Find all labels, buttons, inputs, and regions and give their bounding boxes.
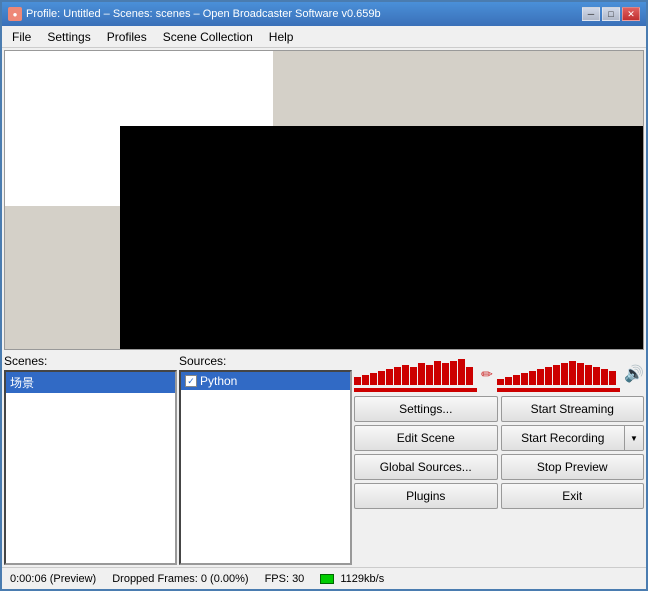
menu-help[interactable]: Help <box>261 28 302 46</box>
bar <box>370 373 377 385</box>
bar <box>545 367 552 385</box>
left-meter <box>354 357 477 392</box>
bar <box>394 367 401 385</box>
bar <box>505 377 512 385</box>
bar <box>466 367 473 385</box>
scenes-list[interactable]: 场景 <box>4 370 177 565</box>
menu-file[interactable]: File <box>4 28 39 46</box>
scene-item[interactable]: 场景 <box>6 372 175 393</box>
exit-button[interactable]: Exit <box>501 483 645 509</box>
sources-list[interactable]: ✓ Python <box>179 370 352 565</box>
global-sources-button[interactable]: Global Sources... <box>354 454 498 480</box>
bar <box>577 363 584 385</box>
bar <box>386 369 393 385</box>
bitrate-value: 1129kb/s <box>340 573 384 585</box>
scenes-label: Scenes: <box>4 354 177 368</box>
plugins-button[interactable]: Plugins <box>354 483 498 509</box>
status-dropped-frames: Dropped Frames: 0 (0.00%) <box>112 573 248 585</box>
bar <box>450 361 457 385</box>
bar <box>354 377 361 385</box>
minimize-button[interactable]: ─ <box>582 7 600 21</box>
bar <box>585 365 592 385</box>
bar <box>553 365 560 385</box>
close-button[interactable]: ✕ <box>622 7 640 21</box>
start-recording-button[interactable]: Start Recording <box>502 426 626 450</box>
right-meter-bars <box>497 357 620 385</box>
volume-icon: 🔊 <box>624 364 644 384</box>
preview-black-region <box>120 126 643 350</box>
edit-icon: ✏ <box>481 366 493 383</box>
bar <box>561 363 568 385</box>
edit-scene-button[interactable]: Edit Scene <box>354 425 498 451</box>
bar <box>569 361 576 385</box>
preview-area <box>4 50 644 350</box>
source-item[interactable]: ✓ Python <box>181 372 350 390</box>
bitrate-indicator <box>320 574 334 584</box>
buttons-grid: Settings... Start Streaming Edit Scene S… <box>354 396 644 509</box>
app-icon: ● <box>8 7 22 21</box>
left-meter-bars <box>354 357 477 385</box>
bar <box>609 371 616 385</box>
bar <box>362 375 369 385</box>
bar <box>458 359 465 385</box>
start-recording-dropdown[interactable]: ▼ <box>625 426 643 450</box>
bar <box>521 373 528 385</box>
status-bitrate: 1129kb/s <box>320 573 384 585</box>
bar <box>410 367 417 385</box>
title-bar-left: ● Profile: Untitled – Scenes: scenes – O… <box>8 7 381 21</box>
window-controls: ─ □ ✕ <box>582 7 640 21</box>
menu-settings[interactable]: Settings <box>39 28 98 46</box>
bar <box>529 371 536 385</box>
menu-profiles[interactable]: Profiles <box>99 28 155 46</box>
status-time: 0:00:06 (Preview) <box>10 573 96 585</box>
status-bar: 0:00:06 (Preview) Dropped Frames: 0 (0.0… <box>2 567 646 589</box>
bar <box>442 363 449 385</box>
source-item-label: Python <box>200 374 237 388</box>
bar <box>513 375 520 385</box>
window-title: Profile: Untitled – Scenes: scenes – Ope… <box>26 8 381 20</box>
bar <box>537 369 544 385</box>
bar <box>497 379 504 385</box>
bar <box>378 371 385 385</box>
title-bar: ● Profile: Untitled – Scenes: scenes – O… <box>2 2 646 26</box>
menu-scene-collection[interactable]: Scene Collection <box>155 28 261 46</box>
menu-bar: File Settings Profiles Scene Collection … <box>2 26 646 48</box>
main-window: ● Profile: Untitled – Scenes: scenes – O… <box>0 0 648 591</box>
right-meter <box>497 357 620 392</box>
settings-button[interactable]: Settings... <box>354 396 498 422</box>
preview-canvas <box>5 51 643 349</box>
status-fps: FPS: 30 <box>265 573 305 585</box>
sources-panel: Sources: ✓ Python <box>179 354 352 565</box>
bar <box>601 369 608 385</box>
bar <box>418 363 425 385</box>
bar <box>402 365 409 385</box>
sources-label: Sources: <box>179 354 352 368</box>
meter-row: ✏ <box>354 354 644 394</box>
bar <box>426 365 433 385</box>
bar <box>434 361 441 385</box>
scenes-panel: Scenes: 场景 <box>4 354 177 565</box>
maximize-button[interactable]: □ <box>602 7 620 21</box>
bottom-section: Scenes: 场景 Sources: ✓ Python <box>2 352 646 567</box>
controls-panel: ✏ <box>354 354 644 565</box>
start-streaming-button[interactable]: Start Streaming <box>501 396 645 422</box>
source-checkbox[interactable]: ✓ <box>185 375 197 387</box>
bar <box>593 367 600 385</box>
stop-preview-button[interactable]: Stop Preview <box>501 454 645 480</box>
start-recording-container: Start Recording ▼ <box>501 425 645 451</box>
